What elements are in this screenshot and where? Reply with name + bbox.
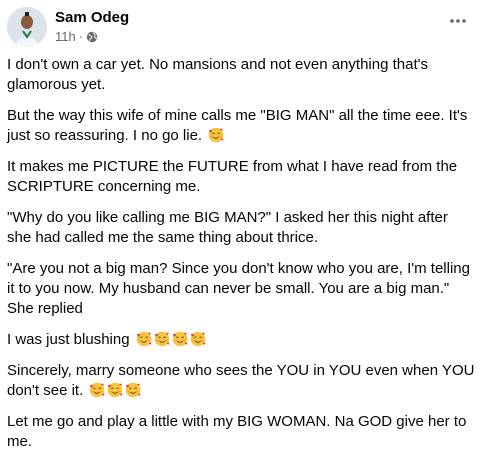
smiling-face-with-hearts-icon bbox=[172, 331, 188, 347]
smiling-face-with-hearts-icon bbox=[107, 382, 123, 398]
facebook-post: Sam Odeg 11h · I don't own a car yet. No… bbox=[0, 0, 485, 450]
paragraph-text: Let me go and play a little with my BIG … bbox=[7, 413, 467, 450]
more-options-icon[interactable] bbox=[444, 11, 472, 31]
paragraph-text: It makes me PICTURE the FUTURE from what… bbox=[7, 158, 458, 195]
post-paragraph: Sincerely, marry someone who sees the YO… bbox=[7, 361, 475, 401]
paragraph-text: "Are you not a big man? Since you don't … bbox=[7, 260, 470, 317]
post-time[interactable]: 11h bbox=[55, 29, 76, 44]
post-body: I don't own a car yet. No mansions and n… bbox=[7, 55, 475, 463]
globe-icon bbox=[86, 31, 98, 43]
paragraph-text: I don't own a car yet. No mansions and n… bbox=[7, 56, 428, 93]
post-paragraph: But the way this wife of mine calls me "… bbox=[7, 106, 475, 146]
meta-separator: · bbox=[78, 29, 84, 44]
post-paragraph: "Are you not a big man? Since you don't … bbox=[7, 259, 475, 319]
avatar-image bbox=[7, 7, 47, 47]
smiling-face-with-hearts-icon bbox=[190, 331, 206, 347]
post-header: Sam Odeg 11h · bbox=[7, 7, 479, 47]
smiling-face-with-hearts-icon bbox=[136, 331, 152, 347]
post-meta: 11h · bbox=[55, 29, 98, 44]
post-paragraph: "Why do you like calling me BIG MAN?" I … bbox=[7, 208, 475, 248]
smiling-face-with-hearts-icon bbox=[208, 127, 224, 143]
paragraph-text: But the way this wife of mine calls me "… bbox=[7, 107, 468, 144]
smiling-face-with-hearts-icon bbox=[89, 382, 105, 398]
paragraph-text: I was just blushing bbox=[7, 331, 130, 348]
smiling-face-with-hearts-icon bbox=[154, 331, 170, 347]
smiling-face-with-hearts-icon bbox=[125, 382, 141, 398]
paragraph-text: Sincerely, marry someone who sees the YO… bbox=[7, 362, 475, 399]
post-paragraph: I don't own a car yet. No mansions and n… bbox=[7, 55, 475, 95]
paragraph-text: "Why do you like calling me BIG MAN?" I … bbox=[7, 209, 448, 246]
author-name[interactable]: Sam Odeg bbox=[55, 9, 129, 26]
avatar[interactable] bbox=[7, 7, 47, 47]
post-paragraph: I was just blushing bbox=[7, 330, 475, 350]
post-paragraph: Let me go and play a little with my BIG … bbox=[7, 412, 475, 452]
post-paragraph: It makes me PICTURE the FUTURE from what… bbox=[7, 157, 475, 197]
